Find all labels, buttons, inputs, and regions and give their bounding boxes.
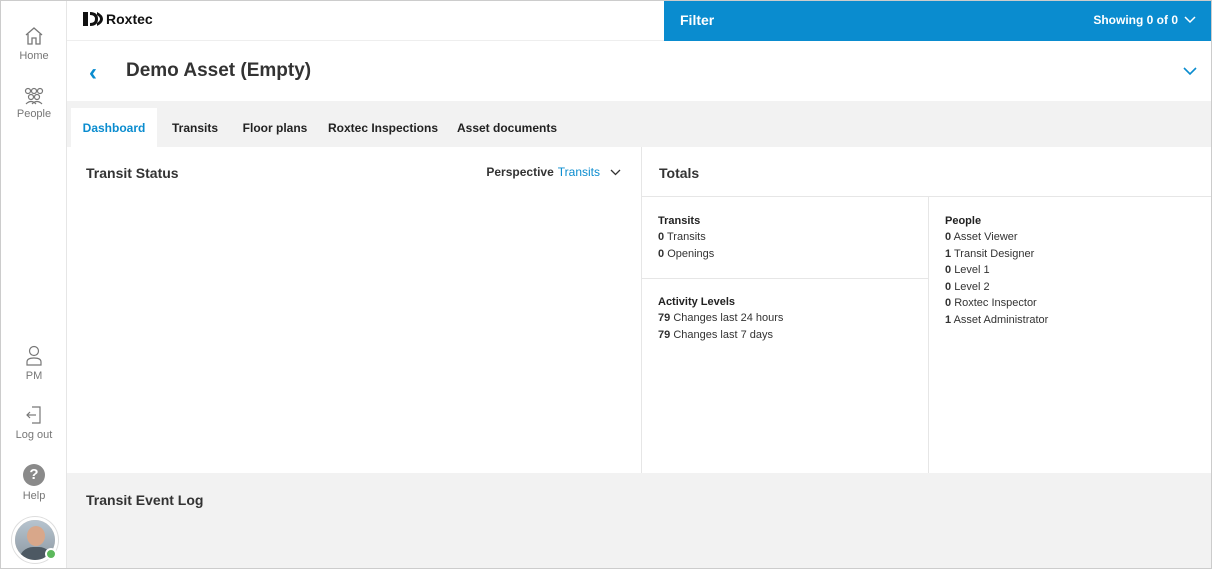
people-icon: [24, 87, 44, 105]
chevron-down-icon: [1183, 67, 1197, 76]
sidebar-label-people: People: [16, 108, 52, 120]
logout-icon: [26, 406, 41, 424]
tab-bar: Dashboard Transits Floor plans Roxtec In…: [67, 101, 1211, 147]
transit-event-log-panel: Transit Event Log: [67, 473, 1211, 568]
top-bar: Roxtec Filter Showing 0 of 0: [67, 1, 1211, 41]
filter-title: Filter: [680, 12, 715, 28]
sidebar-item-home[interactable]: Home: [1, 25, 67, 62]
activity-group-title: Activity Levels: [658, 296, 736, 308]
totals-right-column: People 0 Asset Viewer 1 Transit Designer…: [929, 197, 1211, 473]
back-button[interactable]: ‹: [89, 59, 97, 87]
brand-logo: Roxtec: [83, 11, 153, 27]
transit-status-title: Transit Status: [86, 165, 179, 181]
event-log-title: Transit Event Log: [86, 492, 204, 508]
roxtec-logo-icon: [83, 12, 103, 26]
totals-header: Totals: [642, 147, 1211, 197]
home-icon: [25, 27, 43, 45]
tab-transits[interactable]: Transits: [161, 108, 229, 147]
tab-floor-plans[interactable]: Floor plans: [235, 108, 315, 147]
filter-status-text: Showing 0 of 0: [1093, 13, 1178, 27]
transits-group: Transits 0 Transits 0 Openings: [658, 215, 918, 262]
sidebar-item-people[interactable]: People: [1, 87, 67, 120]
chevron-down-icon: [610, 169, 621, 175]
sidebar-label-home: Home: [19, 50, 49, 62]
activity-group: Activity Levels 79 Changes last 24 hours…: [658, 296, 918, 343]
transits-count-row: 0 Transits: [658, 231, 706, 243]
sidebar: Home People PM Log out ? Help: [1, 1, 67, 568]
people-row: 0 Level 2: [945, 280, 990, 293]
changes-24h-row: 79 Changes last 24 hours: [658, 312, 784, 324]
people-row: 1 Asset Administrator: [945, 313, 1049, 326]
sidebar-item-user[interactable]: PM: [1, 345, 67, 382]
people-row: 1 Transit Designer: [945, 247, 1035, 260]
people-row: 0 Level 1: [945, 264, 990, 276]
page-header: ‹ Demo Asset (Empty): [67, 41, 1211, 101]
transits-group-title: Transits: [658, 215, 701, 227]
help-icon: ?: [23, 464, 45, 486]
tab-roxtec-inspections[interactable]: Roxtec Inspections: [324, 108, 442, 147]
tab-dashboard[interactable]: Dashboard: [71, 108, 157, 147]
brand-name: Roxtec: [106, 11, 153, 27]
sidebar-label-logout: Log out: [15, 429, 53, 441]
openings-count-row: 0 Openings: [658, 247, 715, 260]
people-group: People 0 Asset Viewer 1 Transit Designer…: [945, 215, 1205, 328]
totals-title: Totals: [659, 165, 700, 181]
app-window: Home People PM Log out ? Help Roxtec Fil…: [0, 0, 1212, 569]
sidebar-label-user: PM: [25, 370, 43, 382]
expand-header-button[interactable]: [1183, 63, 1197, 81]
totals-left-column: Transits 0 Transits 0 Openings Activity …: [642, 197, 929, 473]
people-row: 0 Roxtec Inspector: [945, 297, 1037, 309]
filter-status[interactable]: Showing 0 of 0: [1093, 13, 1196, 27]
people-group-title: People: [945, 215, 982, 227]
totals-panel: Totals Transits 0 Transits 0 Openings Ac…: [642, 147, 1211, 473]
perspective-select[interactable]: Perspective Transits: [486, 165, 621, 179]
chevron-down-icon: [1184, 16, 1196, 24]
sidebar-item-logout[interactable]: Log out: [1, 404, 67, 441]
online-status-dot: [45, 548, 57, 560]
changes-7d-row: 79 Changes last 7 days: [658, 328, 773, 341]
divider: [642, 278, 929, 279]
tab-asset-documents[interactable]: Asset documents: [452, 108, 562, 147]
sidebar-item-help[interactable]: ? Help: [1, 464, 67, 502]
filter-bar[interactable]: Filter Showing 0 of 0: [664, 1, 1211, 41]
sidebar-label-help: Help: [22, 490, 46, 502]
transit-status-panel: Transit Status Perspective Transits: [67, 147, 642, 473]
user-icon: [26, 345, 42, 366]
page-title: Demo Asset (Empty): [126, 60, 312, 81]
perspective-label: Perspective: [486, 165, 554, 179]
perspective-value: Transits: [557, 165, 600, 179]
people-row: 0 Asset Viewer: [945, 231, 1018, 243]
